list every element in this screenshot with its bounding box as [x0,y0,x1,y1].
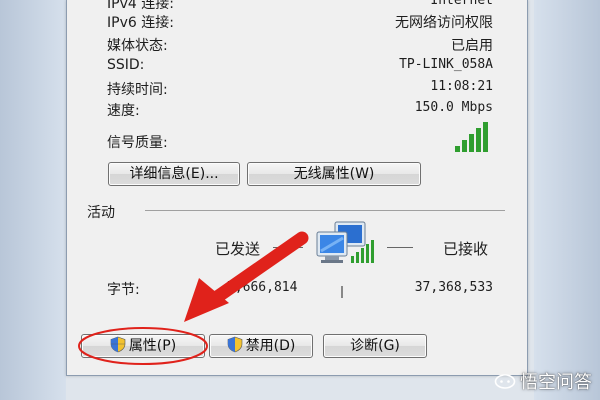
annotation-overlay [78,231,309,365]
watermark-text: 悟空问答 [520,372,592,393]
chat-bubble-logo-icon [494,374,516,389]
red-arrow-annotation [184,231,309,322]
red-circle-annotation [78,327,208,365]
watermark: 悟空问答 [494,368,592,394]
